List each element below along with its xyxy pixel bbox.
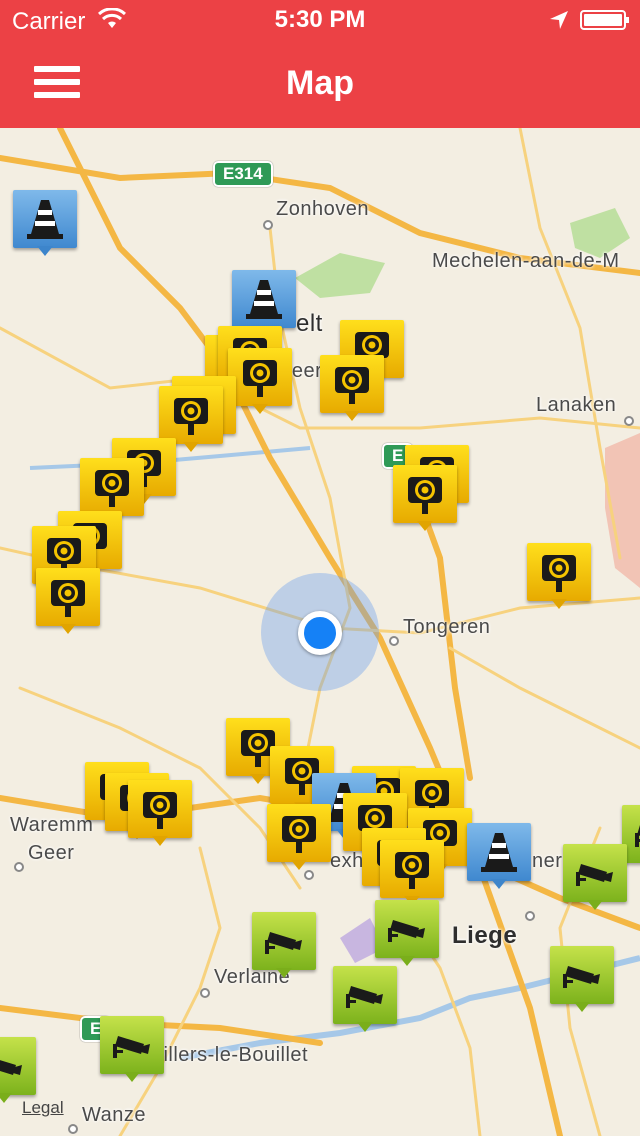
speed-camera-icon <box>282 816 316 853</box>
place-label: Mechelen-aan-de-M <box>432 250 620 272</box>
app-screen: Carrier 5:30 PM Map Zonhoven Mechelen-aa… <box>0 0 640 1136</box>
speed-camera-marker[interactable] <box>527 543 591 613</box>
clock-label: 5:30 PM <box>274 6 366 33</box>
speed-camera-icon <box>95 470 129 507</box>
location-arrow-icon <box>550 11 568 29</box>
place-label: Tongeren <box>403 616 491 638</box>
speed-camera-marker[interactable] <box>228 348 292 418</box>
cctv-camera-icon <box>113 1036 150 1058</box>
place-label: ner <box>532 850 563 872</box>
cctv-camera-marker[interactable] <box>563 844 627 914</box>
cctv-camera-icon <box>635 825 640 847</box>
speed-camera-icon <box>395 852 429 889</box>
cctv-camera-marker[interactable] <box>550 946 614 1016</box>
roadworks-marker[interactable] <box>467 823 531 893</box>
speed-camera-icon <box>174 398 208 435</box>
cctv-camera-marker[interactable] <box>100 1016 164 1086</box>
place-dot <box>263 220 273 230</box>
speed-camera-marker[interactable] <box>393 465 457 535</box>
speed-camera-marker[interactable] <box>36 568 100 638</box>
place-label: Zonhoven <box>276 198 369 220</box>
speed-camera-icon <box>542 555 576 592</box>
place-label: Villers-le-Bouillet <box>150 1044 309 1066</box>
roadworks-marker[interactable] <box>13 190 77 260</box>
speed-camera-icon <box>408 477 442 514</box>
place-dot <box>14 862 24 872</box>
traffic-cone-icon <box>246 280 282 319</box>
highway-shield: E314 <box>213 161 273 187</box>
cctv-camera-marker[interactable] <box>252 912 316 982</box>
map-view[interactable]: Zonhoven Mechelen-aan-de-M elt Beer Lana… <box>0 128 640 1136</box>
place-label: Wanze <box>82 1104 147 1126</box>
cctv-camera-icon <box>576 864 613 886</box>
cctv-camera-marker[interactable] <box>375 900 439 970</box>
cctv-camera-marker[interactable] <box>0 1037 36 1107</box>
place-dot <box>389 636 399 646</box>
place-dot <box>525 911 535 921</box>
cctv-camera-icon <box>0 1060 22 1075</box>
speed-camera-icon <box>335 367 369 404</box>
battery-icon <box>580 10 629 30</box>
legal-link[interactable]: Legal <box>22 1098 64 1118</box>
place-dot <box>624 416 634 426</box>
speed-camera-icon <box>51 580 85 617</box>
cctv-camera-icon <box>388 920 425 942</box>
place-label: Geer <box>28 842 75 864</box>
place-dot <box>200 988 210 998</box>
cctv-camera-icon <box>346 986 383 1008</box>
place-label: Waremm <box>10 814 94 836</box>
place-label: Lanaken <box>536 394 617 416</box>
place-label: elt <box>296 310 323 337</box>
speed-camera-icon <box>243 360 277 397</box>
top-bar: Carrier 5:30 PM Map <box>0 0 640 128</box>
cctv-camera-icon <box>563 966 600 988</box>
cctv-camera-marker[interactable] <box>333 966 397 1036</box>
page-title: Map <box>286 64 354 102</box>
speed-camera-marker[interactable] <box>320 355 384 425</box>
cctv-camera-icon <box>265 932 302 954</box>
place-label: Liege <box>452 922 518 949</box>
speed-camera-marker[interactable] <box>128 780 192 850</box>
traffic-cone-icon <box>27 200 63 239</box>
speed-camera-marker[interactable] <box>267 804 331 874</box>
user-location-dot <box>298 611 342 655</box>
speed-camera-icon <box>143 792 177 829</box>
traffic-cone-icon <box>481 833 517 872</box>
place-dot <box>68 1124 78 1134</box>
